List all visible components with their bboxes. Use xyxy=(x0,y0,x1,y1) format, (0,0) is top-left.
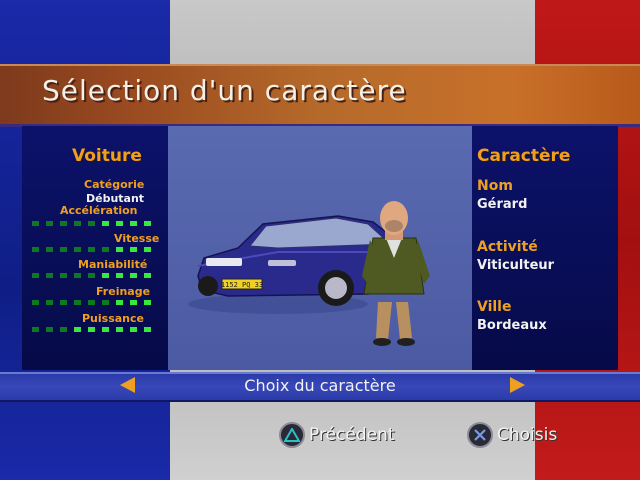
stat-segment xyxy=(102,221,109,226)
stat-segment xyxy=(130,327,137,332)
stat-segment xyxy=(60,273,67,278)
stat-segment xyxy=(60,300,67,305)
stat-segment xyxy=(46,221,53,226)
next-arrow-icon[interactable] xyxy=(510,377,525,393)
choose-button[interactable]: Choisis xyxy=(467,420,557,450)
stat-label-handling: Maniabilité xyxy=(78,258,148,271)
stat-segment xyxy=(60,327,67,332)
name-label: Nom xyxy=(477,178,513,194)
stat-segment xyxy=(46,273,53,278)
stat-segment xyxy=(102,273,109,278)
city-label: Ville xyxy=(477,299,512,315)
stat-label-speed: Vitesse xyxy=(114,232,160,245)
selector-label: Choix du caractère xyxy=(244,376,396,395)
license-plate: 1152 PQ 33 xyxy=(221,281,263,289)
activity-value: Viticulteur xyxy=(477,258,555,273)
stat-segment xyxy=(88,300,95,305)
stat-segment xyxy=(144,327,151,332)
stat-segment xyxy=(130,273,137,278)
previous-button[interactable]: Précédent xyxy=(279,420,395,450)
stat-segment xyxy=(88,273,95,278)
stat-bar-speed xyxy=(32,247,162,252)
stat-segment xyxy=(32,273,39,278)
stat-segment xyxy=(88,247,95,252)
stat-segment xyxy=(130,300,137,305)
previous-button-label: Précédent xyxy=(309,425,395,445)
stat-label-braking: Freinage xyxy=(96,285,151,298)
stat-segment xyxy=(60,221,67,226)
stat-segment xyxy=(116,273,123,278)
stat-label-acceleration: Accélération xyxy=(60,204,138,217)
stat-segment xyxy=(32,221,39,226)
stat-segment xyxy=(102,327,109,332)
stat-bar-power xyxy=(32,327,162,332)
stat-bar-acceleration xyxy=(32,221,162,226)
triangle-icon xyxy=(279,422,305,448)
stat-segment xyxy=(88,221,95,226)
stat-segment xyxy=(144,300,151,305)
choose-button-label: Choisis xyxy=(497,425,558,445)
stat-segment xyxy=(60,247,67,252)
stat-segment xyxy=(144,247,151,252)
stat-segment xyxy=(74,247,81,252)
stat-segment xyxy=(116,300,123,305)
category-label: Catégorie xyxy=(84,178,145,191)
stat-segment xyxy=(46,300,53,305)
cross-icon xyxy=(467,422,493,448)
stat-segment xyxy=(46,247,53,252)
stat-segment xyxy=(32,327,39,332)
stat-segment xyxy=(74,300,81,305)
page-title: Sélection d'un caractère xyxy=(42,74,407,107)
stat-segment xyxy=(116,327,123,332)
stat-segment xyxy=(74,327,81,332)
stat-segment xyxy=(102,247,109,252)
stat-segment xyxy=(116,221,123,226)
stat-segment xyxy=(130,247,137,252)
activity-label: Activité xyxy=(477,239,538,255)
stat-segment xyxy=(102,300,109,305)
stat-segment xyxy=(74,273,81,278)
stat-segment xyxy=(116,247,123,252)
stat-bar-braking xyxy=(32,300,162,305)
stat-segment xyxy=(32,300,39,305)
preview-panel: 1152 PQ 33 xyxy=(168,126,472,370)
car-header: Voiture xyxy=(72,146,142,166)
name-value: Gérard xyxy=(477,197,528,212)
city-value: Bordeaux xyxy=(477,318,547,333)
stat-segment xyxy=(88,327,95,332)
character-header: Caractère xyxy=(477,146,571,166)
car-and-character-preview: 1152 PQ 33 xyxy=(188,201,430,346)
stat-segment xyxy=(32,247,39,252)
stat-segment xyxy=(74,221,81,226)
stat-label-power: Puissance xyxy=(82,312,144,325)
stat-bar-handling xyxy=(32,273,162,278)
stat-segment xyxy=(144,221,151,226)
stat-segment xyxy=(46,327,53,332)
stat-segment xyxy=(144,273,151,278)
stat-segment xyxy=(130,221,137,226)
